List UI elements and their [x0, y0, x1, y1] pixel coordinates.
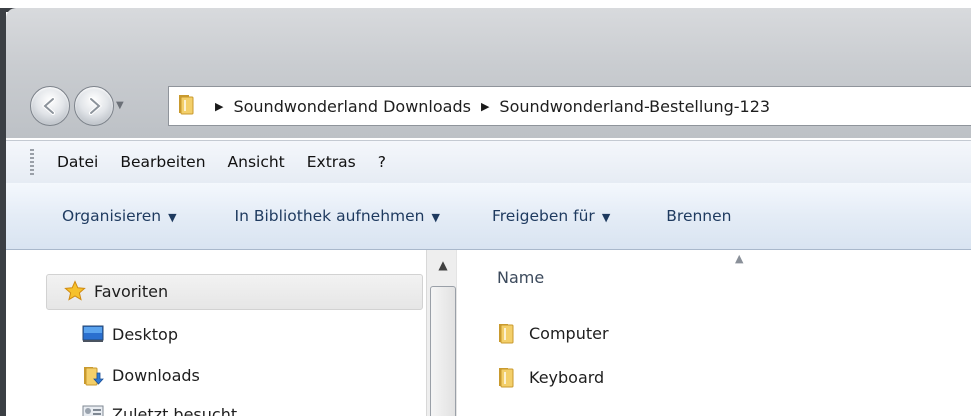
sort-ascending-icon: ▲	[735, 252, 744, 265]
column-header-name[interactable]: Name	[497, 268, 544, 287]
explorer-window: ▼ ▶ Soundwonderland Downloads ▶ Soundwon…	[0, 0, 971, 416]
organize-button[interactable]: Organisieren ▼	[62, 207, 177, 225]
file-name: Keyboard	[529, 367, 605, 387]
breadcrumb-item[interactable]: Soundwonderland Downloads	[233, 97, 470, 116]
tree-item-favorites[interactable]: Favoriten	[64, 280, 168, 302]
menu-view[interactable]: Ansicht	[217, 153, 296, 171]
tree-item-recent[interactable]: Zuletzt besucht	[82, 404, 237, 416]
list-item[interactable]: Computer	[497, 322, 609, 344]
toolbar-grip[interactable]	[30, 149, 34, 175]
desktop-icon	[82, 324, 104, 344]
menu-edit[interactable]: Bearbeiten	[109, 153, 216, 171]
scroll-thumb[interactable]	[430, 286, 456, 416]
file-name: Computer	[529, 323, 609, 343]
back-button[interactable]	[30, 86, 70, 126]
organize-label: Organisieren	[62, 207, 162, 225]
forward-button[interactable]	[74, 86, 114, 126]
navigation-bar: ▼ ▶ Soundwonderland Downloads ▶ Soundwon…	[6, 80, 971, 132]
star-icon	[64, 280, 86, 302]
breadcrumb-separator-icon[interactable]: ▶	[481, 100, 489, 113]
folder-icon	[497, 366, 519, 388]
tree-item-label: Zuletzt besucht	[112, 404, 238, 416]
burn-button[interactable]: Brennen	[666, 207, 731, 225]
forward-arrow-icon	[89, 97, 103, 115]
share-with-label: Freigeben für	[491, 207, 595, 225]
navpane-scrollbar[interactable]: ▲	[426, 250, 459, 416]
share-with-button[interactable]: Freigeben für ▼	[492, 207, 610, 225]
menu-tools[interactable]: Extras	[296, 153, 367, 171]
add-to-library-label: In Bibliothek aufnehmen	[234, 207, 425, 225]
breadcrumb-separator-icon[interactable]: ▶	[215, 100, 223, 113]
folder-icon	[177, 92, 203, 120]
downloads-folder-icon	[82, 364, 104, 386]
chevron-down-icon: ▼	[431, 211, 440, 224]
tree-item-label: Favoriten	[94, 281, 169, 301]
tree-item-downloads[interactable]: Downloads	[82, 364, 200, 386]
scroll-up-arrow-icon[interactable]: ▲	[427, 250, 459, 280]
menu-help[interactable]: ?	[367, 153, 397, 171]
burn-label: Brennen	[666, 207, 732, 225]
breadcrumb-item[interactable]: Soundwonderland-Bestellung-123	[499, 97, 770, 116]
file-list: ▲ Name Computer Keyboard	[456, 250, 971, 416]
back-arrow-icon	[41, 97, 55, 115]
navigation-pane: Favoriten Desktop Downloads Zuletzt besu…	[6, 250, 459, 416]
recent-places-icon	[82, 404, 104, 416]
menu-file[interactable]: Datei	[46, 153, 109, 171]
history-dropdown-icon[interactable]: ▼	[116, 100, 124, 111]
list-item[interactable]: Keyboard	[497, 366, 604, 388]
address-bar[interactable]: ▶ Soundwonderland Downloads ▶ Soundwonde…	[168, 86, 971, 126]
chevron-down-icon: ▼	[601, 211, 611, 224]
menu-bar: Datei Bearbeiten Ansicht Extras ?	[6, 140, 971, 184]
add-to-library-button[interactable]: In Bibliothek aufnehmen ▼	[235, 207, 440, 225]
folder-icon	[497, 322, 519, 344]
tree-item-label: Downloads	[112, 365, 200, 385]
tree-item-desktop[interactable]: Desktop	[82, 324, 178, 344]
tree-item-label: Desktop	[112, 324, 178, 344]
chevron-down-icon: ▼	[168, 211, 177, 224]
command-bar: Organisieren ▼ In Bibliothek aufnehmen ▼ F…	[6, 183, 971, 250]
